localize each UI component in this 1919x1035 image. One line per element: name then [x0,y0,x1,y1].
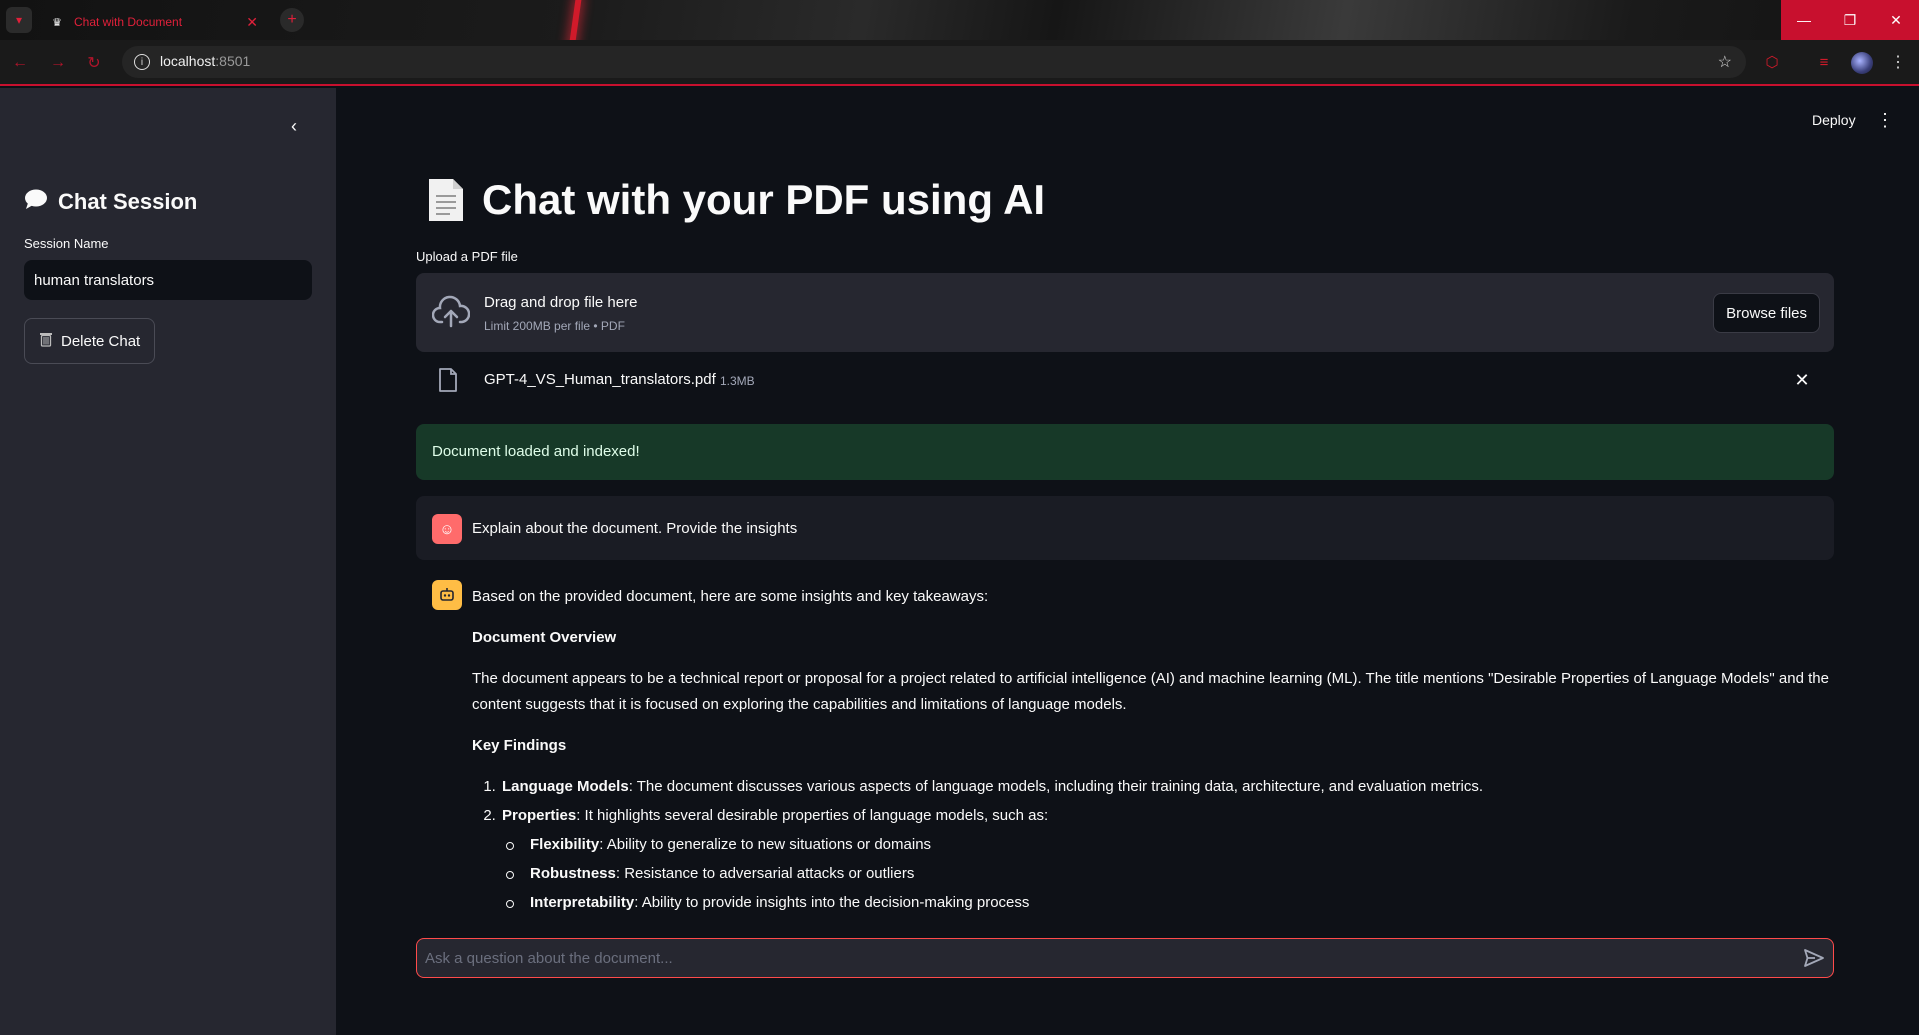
findings-list: Language Models: The document discusses … [500,774,1832,916]
tab-close-icon[interactable]: ✕ [246,14,258,31]
file-dropzone[interactable]: Drag and drop file here Limit 200MB per … [416,273,1834,352]
browser-menu-icon[interactable]: ⋮ [1890,52,1906,72]
new-tab-button[interactable]: + [280,8,304,32]
sidebar-collapse-chevron-icon[interactable]: ‹ [284,116,304,136]
overview-heading: Document Overview [472,629,617,646]
properties-list: Flexibility: Ability to generalize to ne… [506,832,1832,916]
list-item: Flexibility: Ability to generalize to ne… [506,832,1832,858]
list-item: Robustness: Resistance to adversarial at… [506,861,1832,887]
cloud-upload-icon [431,295,471,329]
remove-file-icon[interactable]: ✕ [1790,368,1814,392]
chat-input-container [416,938,1834,978]
send-icon[interactable] [1803,947,1825,969]
url-host: localhost [160,53,216,69]
property-text: : Ability to generalize to new situation… [599,836,932,853]
page-title: Chat with your PDF using AI [426,176,1045,224]
site-info-icon[interactable]: i [134,54,150,70]
finding-term: Language Models [502,778,629,795]
delete-chat-label: Delete Chat [61,332,141,350]
success-alert: Document loaded and indexed! [416,424,1834,480]
browser-tab[interactable]: ♛ Chat with Document ✕ [40,4,268,40]
overview-text: The document appears to be a technical r… [472,670,1829,713]
file-name: GPT-4_VS_Human_translators.pdf [484,371,716,388]
session-name-input[interactable] [24,260,312,300]
window-close-icon[interactable]: ✕ [1873,0,1919,40]
back-icon[interactable]: ← [10,53,30,73]
reload-icon[interactable]: ↻ [84,53,104,73]
browser-tab-bar: ▾ ♛ Chat with Document ✕ + — ❐ ✕ [0,0,1919,40]
wastebasket-icon [39,331,53,351]
success-text: Document loaded and indexed! [432,443,640,460]
property-term: Robustness [530,865,616,882]
property-text: : Ability to provide insights into the d… [634,894,1030,911]
session-name-label: Session Name [24,236,109,251]
media-control-icon[interactable]: ≡ [1814,52,1834,72]
dropzone-limit: Limit 200MB per file • PDF [484,319,625,333]
main-menu-icon[interactable]: ⋮ [1876,110,1894,131]
address-bar[interactable]: i localhost:8501 ☆ [122,46,1746,78]
extension-icon[interactable]: ⬡ [1762,52,1782,72]
file-icon [438,368,458,392]
document-icon [426,177,466,223]
findings-heading: Key Findings [472,737,567,754]
restore-icon[interactable]: ❐ [1827,0,1873,40]
browser-toolbar: ← → ↻ i localhost:8501 ☆ [0,40,1919,86]
bot-avatar-icon [432,580,462,610]
assistant-intro: Based on the provided document, here are… [472,588,989,605]
page-title-text: Chat with your PDF using AI [482,176,1046,223]
uploaded-file: GPT-4_VS_Human_translators.pdf 1.3MB ✕ [416,360,1834,400]
streamlit-favicon-icon: ♛ [52,16,62,29]
upload-label: Upload a PDF file [416,249,518,264]
user-avatar-icon: ☺ [432,514,462,544]
finding-text: : It highlights several desirable proper… [576,807,1049,824]
finding-text: : The document discusses various aspects… [628,778,1484,795]
tab-title: Chat with Document [74,15,183,29]
sidebar-title-text: Chat Session [58,189,198,214]
deploy-button[interactable]: Deploy [1812,112,1856,128]
minimize-icon[interactable]: — [1781,0,1827,40]
dropzone-instructions: Drag and drop file here [484,294,638,311]
tab-search-button[interactable]: ▾ [6,7,32,33]
profile-avatar[interactable] [1851,52,1873,74]
file-size: 1.3MB [720,374,755,388]
window-controls: — ❐ ✕ [1781,0,1919,40]
browse-files-button[interactable]: Browse files [1713,293,1820,333]
property-term: Interpretability [530,894,635,911]
list-item: Properties: It highlights several desira… [500,803,1832,916]
forward-icon[interactable]: → [48,53,68,73]
property-term: Flexibility [530,836,600,853]
finding-term: Properties [502,807,577,824]
user-chat-message: ☺ Explain about the document. Provide th… [416,496,1834,560]
delete-chat-button[interactable]: Delete Chat [24,318,156,364]
bookmark-star-icon[interactable]: ☆ [1718,52,1732,72]
property-text: : Resistance to adversarial attacks or o… [615,865,915,882]
list-item: Interpretability: Ability to provide ins… [506,890,1832,916]
list-item: Language Models: The document discusses … [500,774,1832,800]
chat-input[interactable] [425,939,1785,977]
speech-bubble-icon [24,188,48,216]
sidebar-title: Chat Session [24,188,197,216]
sidebar: ‹ Chat Session Session Name Delete Chat [0,88,336,1035]
wallpaper-streak [567,0,583,40]
user-message-text: Explain about the document. Provide the … [472,520,798,537]
url-port: :8501 [215,53,251,69]
assistant-message-body: Based on the provided document, here are… [472,584,1832,919]
